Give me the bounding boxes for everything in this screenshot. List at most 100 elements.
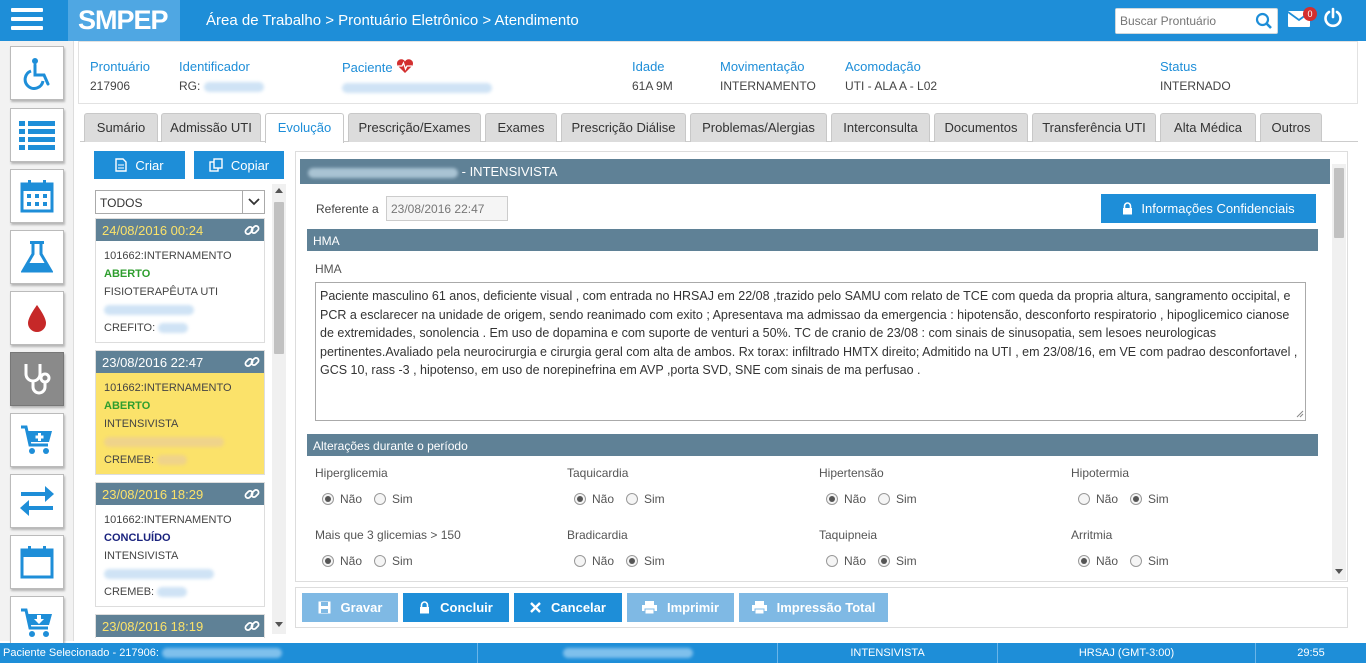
arritmia-nao-radio[interactable]: Não xyxy=(1078,554,1118,568)
tab-admissao-uti[interactable]: Admissão UTI xyxy=(161,113,261,142)
radio-circle[interactable] xyxy=(322,555,334,567)
identificador-label: Identificador xyxy=(179,59,250,74)
transfer-arrows-icon[interactable] xyxy=(10,474,64,528)
tab-problemas-alergias[interactable]: Problemas/Alergias xyxy=(690,113,827,142)
tab-sumario[interactable]: Sumário xyxy=(84,113,158,142)
redacted-rg xyxy=(203,81,264,92)
wheelchair-icon[interactable] xyxy=(10,46,64,100)
tab-prescricao-dialise[interactable]: Prescrição Diálise xyxy=(561,113,686,142)
mais-que-3-glicemias-150-sim-radio[interactable]: Sim xyxy=(374,554,413,568)
tab-outros[interactable]: Outros xyxy=(1260,113,1322,142)
evolution-card-selected[interactable]: 23/08/2016 22:47 101662:INTERNAMENTO ABE… xyxy=(95,350,265,475)
evolution-card[interactable]: 23/08/2016 18:19 xyxy=(95,614,265,638)
list-icon[interactable] xyxy=(10,108,64,162)
search-box[interactable] xyxy=(1115,8,1278,34)
scrollbar-thumb[interactable] xyxy=(274,202,284,354)
print-icon xyxy=(751,601,767,614)
scroll-up-arrow[interactable] xyxy=(275,188,283,193)
radio-circle[interactable] xyxy=(322,493,334,505)
cart-download-icon[interactable] xyxy=(10,596,64,650)
radio-circle[interactable] xyxy=(1130,493,1142,505)
taquicardia-sim-radio[interactable]: Sim xyxy=(626,492,665,506)
radio-label: Não xyxy=(844,554,867,568)
form-scrollbar[interactable] xyxy=(1332,164,1346,580)
arritmia-sim-radio[interactable]: Sim xyxy=(1130,554,1169,568)
referente-input[interactable] xyxy=(386,196,508,221)
bradicardia-sim-radio[interactable]: Sim xyxy=(626,554,665,568)
redacted-professional xyxy=(104,437,224,448)
sidebar-scrollbar[interactable] xyxy=(272,184,286,634)
tab-transferencia-uti[interactable]: Transferência UTI xyxy=(1032,113,1156,142)
tab-interconsulta[interactable]: Interconsulta xyxy=(831,113,930,142)
link-icon[interactable] xyxy=(244,354,260,370)
taquipneia-sim-radio[interactable]: Sim xyxy=(878,554,917,568)
redacted-reg xyxy=(158,323,189,334)
cancelar-button[interactable]: Cancelar xyxy=(514,593,622,622)
flask-icon[interactable] xyxy=(10,230,64,284)
radio-circle[interactable] xyxy=(878,493,890,505)
calendar-icon[interactable] xyxy=(10,169,64,223)
hiperglicemia-nao-radio[interactable]: Não xyxy=(322,492,362,506)
filter-select[interactable]: TODOS xyxy=(95,190,265,214)
tab-prescricao-exames[interactable]: Prescrição/Exames xyxy=(348,113,481,142)
blood-drop-icon[interactable] xyxy=(10,291,64,345)
tab-alta-medica[interactable]: Alta Médica xyxy=(1160,113,1256,142)
resize-handle-icon[interactable] xyxy=(1296,410,1304,418)
link-icon[interactable] xyxy=(244,618,260,634)
cart-add-icon[interactable] xyxy=(10,413,64,467)
link-icon[interactable] xyxy=(244,222,260,238)
tab-exames[interactable]: Exames xyxy=(485,113,557,142)
search-input[interactable] xyxy=(1116,9,1246,33)
impressao-total-button[interactable]: Impressão Total xyxy=(739,593,888,622)
gravar-button[interactable]: Gravar xyxy=(302,593,398,622)
redacted-professional xyxy=(562,648,693,659)
menu-icon[interactable] xyxy=(11,8,43,34)
imprimir-button[interactable]: Imprimir xyxy=(627,593,734,622)
hipertensao-sim-radio[interactable]: Sim xyxy=(878,492,917,506)
calendar-day-icon[interactable] xyxy=(10,535,64,589)
card-registration: CREMEB: xyxy=(104,586,155,598)
evolution-card[interactable]: 24/08/2016 00:24 101662:INTERNAMENTO ABE… xyxy=(95,218,265,343)
radio-circle[interactable] xyxy=(374,493,386,505)
radio-circle[interactable] xyxy=(574,493,586,505)
hipotermia-nao-radio[interactable]: Não xyxy=(1078,492,1118,506)
radio-circle[interactable] xyxy=(826,555,838,567)
app-logo[interactable]: SMPEP xyxy=(68,0,180,41)
radio-circle[interactable] xyxy=(878,555,890,567)
radio-circle[interactable] xyxy=(1078,493,1090,505)
concluir-button[interactable]: Concluir xyxy=(403,593,509,622)
bradicardia-nao-radio[interactable]: Não xyxy=(574,554,614,568)
informacoes-confidenciais-button[interactable]: Informações Confidenciais xyxy=(1101,194,1316,223)
scroll-down-arrow[interactable] xyxy=(1335,569,1343,574)
hma-textarea[interactable]: Paciente masculino 61 anos, deficiente v… xyxy=(315,282,1306,421)
radio-circle[interactable] xyxy=(1130,555,1142,567)
mais-que-3-glicemias-150-nao-radio[interactable]: Não xyxy=(322,554,362,568)
radio-circle[interactable] xyxy=(374,555,386,567)
tab-documentos[interactable]: Documentos xyxy=(934,113,1028,142)
tab-evolucao[interactable]: Evolução xyxy=(265,113,344,143)
hiperglicemia-sim-radio[interactable]: Sim xyxy=(374,492,413,506)
power-icon[interactable] xyxy=(1322,7,1344,29)
radio-circle[interactable] xyxy=(574,555,586,567)
card-role: FISIOTERAPÊUTA UTI xyxy=(104,286,219,298)
evolution-card[interactable]: 23/08/2016 18:29 101662:INTERNAMENTO CON… xyxy=(95,482,265,607)
card-header: 24/08/2016 00:24 xyxy=(96,219,264,241)
stethoscope-icon[interactable] xyxy=(10,352,64,406)
taquicardia-nao-radio[interactable]: Não xyxy=(574,492,614,506)
copiar-button[interactable]: Copiar xyxy=(194,151,284,179)
radio-circle[interactable] xyxy=(1078,555,1090,567)
taquipneia-nao-radio[interactable]: Não xyxy=(826,554,866,568)
hipotermia-sim-radio[interactable]: Sim xyxy=(1130,492,1169,506)
scrollbar-thumb[interactable] xyxy=(1334,168,1344,238)
paciente-label: Paciente xyxy=(342,60,393,75)
radio-circle[interactable] xyxy=(626,555,638,567)
search-icon[interactable] xyxy=(1255,12,1273,30)
link-icon[interactable] xyxy=(244,486,260,502)
scroll-down-arrow[interactable] xyxy=(275,622,283,627)
criar-button[interactable]: Criar xyxy=(94,151,185,179)
hipertensao-nao-radio[interactable]: Não xyxy=(826,492,866,506)
radio-circle[interactable] xyxy=(626,493,638,505)
radio-label: Sim xyxy=(392,492,413,506)
chevron-down-icon[interactable] xyxy=(242,191,264,213)
radio-circle[interactable] xyxy=(826,493,838,505)
